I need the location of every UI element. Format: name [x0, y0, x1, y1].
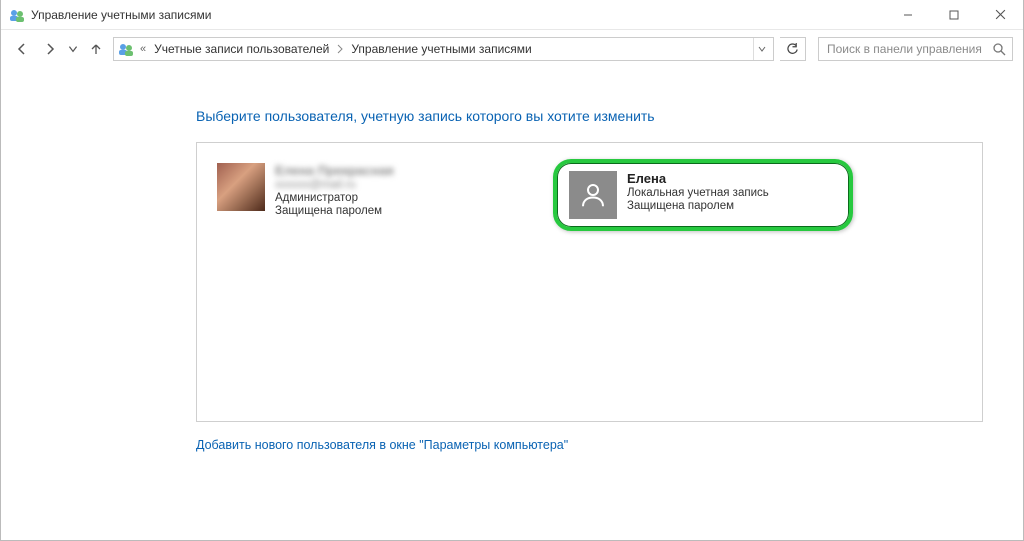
refresh-button[interactable]	[780, 37, 806, 61]
add-user-link[interactable]: Добавить нового пользователя в окне "Пар…	[196, 438, 568, 452]
user-email: xxxxxx@mail.ru	[275, 179, 394, 191]
user-protection: Защищена паролем	[275, 205, 394, 217]
user-account-type: Локальная учетная запись	[627, 187, 769, 199]
control-panel-window: Управление учетными записями	[0, 0, 1024, 541]
user-card[interactable]: Елена Локальная учетная запись Защищена …	[553, 159, 853, 231]
chevron-right-icon[interactable]	[335, 44, 345, 54]
address-dropdown[interactable]	[753, 38, 769, 60]
user-protection: Защищена паролем	[627, 200, 769, 212]
maximize-button[interactable]	[931, 0, 977, 29]
user-accounts-icon	[9, 7, 25, 23]
breadcrumb-segment-1[interactable]: Учетные записи пользователей	[152, 42, 331, 56]
recent-dropdown-icon[interactable]	[67, 38, 79, 60]
user-name: Елена Прекрасная	[275, 163, 394, 178]
search-icon	[992, 42, 1006, 56]
back-button[interactable]	[11, 38, 33, 60]
search-input[interactable]	[825, 41, 992, 57]
breadcrumb-overflow[interactable]: «	[138, 43, 148, 55]
user-card[interactable]: Елена Прекрасная xxxxxx@mail.ru Админист…	[213, 159, 513, 221]
avatar	[217, 163, 265, 211]
forward-button[interactable]	[39, 38, 61, 60]
user-info: Елена Прекрасная xxxxxx@mail.ru Админист…	[275, 163, 394, 217]
up-button[interactable]	[85, 38, 107, 60]
nav-row: « Учетные записи пользователей Управлени…	[1, 30, 1023, 68]
close-button[interactable]	[977, 0, 1023, 29]
user-accounts-icon	[118, 41, 134, 57]
main-content: Выберите пользователя, учетную запись ко…	[196, 100, 983, 505]
window-title: Управление учетными записями	[31, 8, 885, 22]
minimize-button[interactable]	[885, 0, 931, 29]
user-list-pane: Елена Прекрасная xxxxxx@mail.ru Админист…	[196, 142, 983, 422]
user-name: Елена	[627, 171, 769, 186]
page-heading: Выберите пользователя, учетную запись ко…	[196, 108, 983, 124]
user-role: Администратор	[275, 192, 394, 204]
window-controls	[885, 0, 1023, 29]
address-bar[interactable]: « Учетные записи пользователей Управлени…	[113, 37, 774, 61]
breadcrumb-segment-2[interactable]: Управление учетными записями	[349, 42, 533, 56]
titlebar: Управление учетными записями	[1, 0, 1023, 30]
user-info: Елена Локальная учетная запись Защищена …	[627, 171, 769, 212]
avatar	[569, 171, 617, 219]
search-box[interactable]	[818, 37, 1013, 61]
